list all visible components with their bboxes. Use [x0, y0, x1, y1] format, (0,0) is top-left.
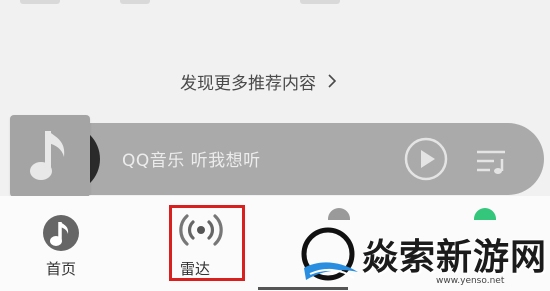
album-art[interactable] [10, 115, 90, 197]
discover-more-link[interactable]: 发现更多推荐内容 [180, 68, 338, 94]
music-note-icon [30, 131, 65, 180]
watermark: 焱索新游网 www.yenso.net [298, 222, 550, 291]
home-note-icon [43, 215, 79, 251]
watermark-text: 焱索新游网 [362, 236, 548, 278]
song-title: QQ音乐 听我想听 [122, 151, 261, 171]
playlist-icon[interactable] [476, 145, 508, 175]
tab-home-label: 首页 [45, 260, 76, 278]
top-cutoff-content [0, 0, 550, 12]
chevron-right-icon [328, 74, 337, 88]
watermark-logo-icon [301, 227, 358, 281]
tab-home[interactable]: 首页 [6, 196, 116, 291]
discover-more-label: 发现更多推荐内容 [180, 73, 316, 94]
watermark-url: www.yenso.net [436, 276, 505, 286]
radar-highlight-box [169, 205, 245, 281]
play-icon[interactable] [404, 137, 448, 181]
